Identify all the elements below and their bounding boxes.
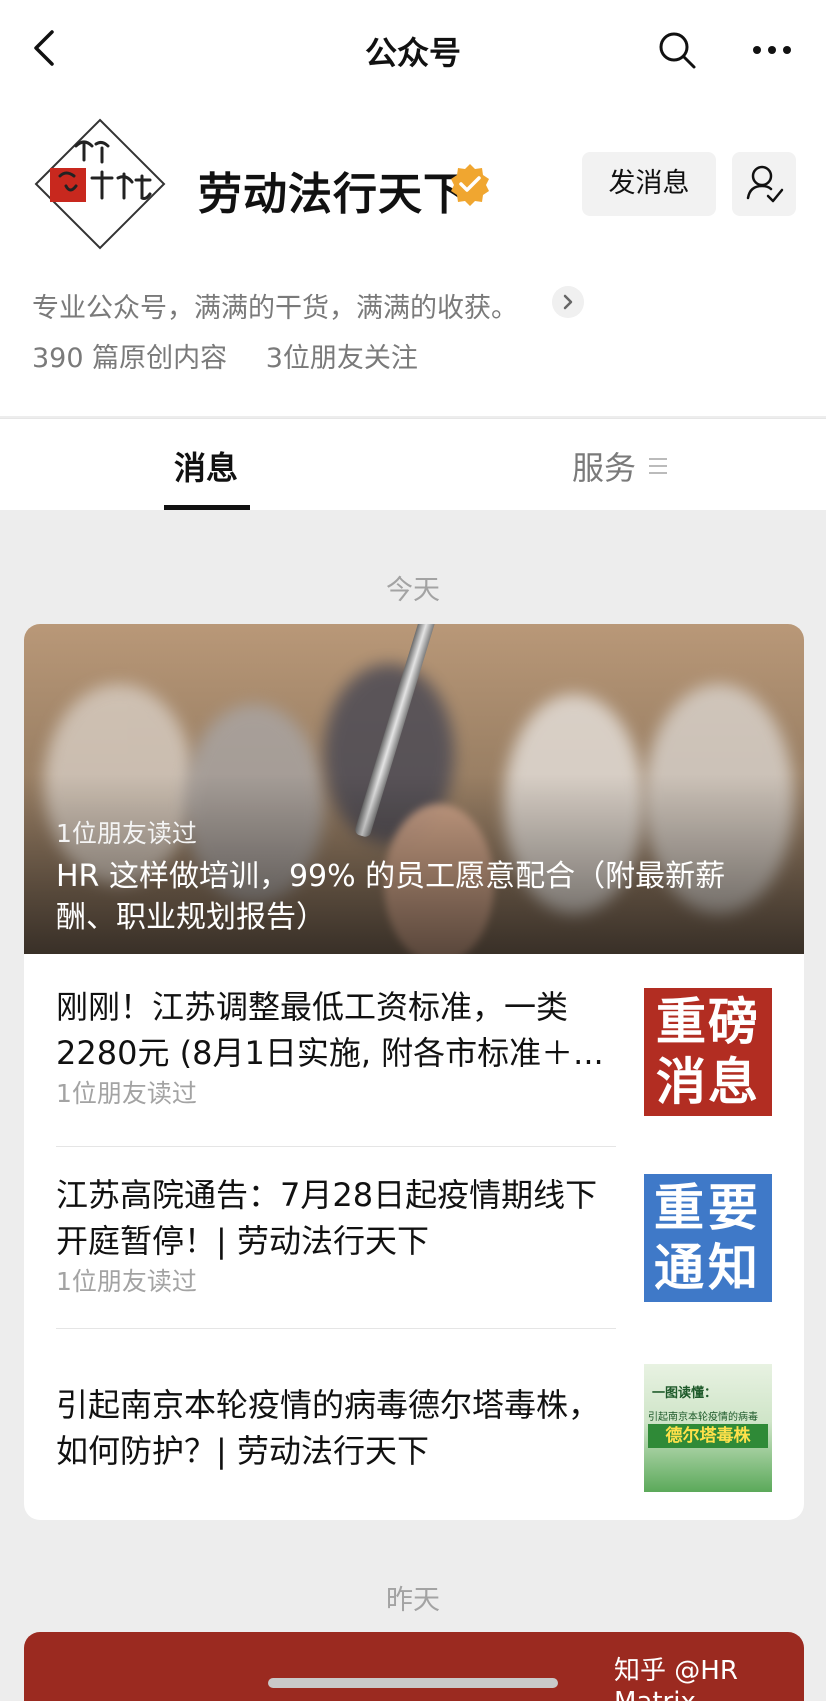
account-logo[interactable] [32,116,168,252]
home-indicator [268,1678,558,1688]
menu-lines-icon [649,458,667,474]
hero-read-by: 1位朋友读过 [56,819,197,848]
tab-messages[interactable]: 消息 [174,443,238,489]
article-read-by: 1位朋友读过 [56,1079,197,1108]
follow-button[interactable] [732,152,796,216]
verified-badge-icon [451,164,489,206]
top-navigation-bar: 公众号 [0,0,826,100]
message-card: 1位朋友读过 HR 这样做培训，99% 的员工愿意配合（附最新薪酬、职业规划报告… [24,624,804,1520]
page-title: 公众号 [364,34,461,72]
account-profile-header: 劳动法行天下 发消息 专业公众号，满满的干货，满满的收获。 390 篇原创内容 … [0,100,826,416]
date-label-today: 今天 [386,575,440,606]
more-icon[interactable] [750,30,794,70]
list-item[interactable]: 引起南京本轮疫情的病毒德尔塔毒株，如何防护？| 劳动法行天下 一图读懂： 引起南… [24,1330,804,1520]
send-message-button[interactable]: 发消息 [582,152,716,216]
article-title: 刚刚！江苏调整最低工资标准，一类2280元 (8月1日实施, 附各市标准＋... [56,988,604,1072]
watermark-text: 知乎 @HR Matrix [614,1656,738,1701]
list-item[interactable]: 江苏高院通告：7月28日起疫情期线下开庭暂停！| 劳动法行天下 1位朋友读过 重… [24,1140,804,1324]
active-tab-indicator [164,505,250,510]
user-check-icon [746,165,784,203]
friends-following-count[interactable]: 3位朋友关注 [266,343,418,374]
article-read-by: 1位朋友读过 [56,1267,197,1296]
date-label-yesterday: 昨天 [386,1585,440,1616]
tab-bar: 消息 服务 [0,418,826,510]
original-content-count[interactable]: 390 篇原创内容 [32,343,227,374]
hero-article[interactable]: 1位朋友读过 HR 这样做培训，99% 的员工愿意配合（附最新薪酬、职业规划报告… [24,624,804,954]
article-thumbnail: 重磅消息 [644,988,772,1116]
account-stats: 390 篇原创内容 3位朋友关注 [32,336,418,375]
article-thumbnail: 重要通知 [644,1174,772,1302]
article-title: 江苏高院通告：7月28日起疫情期线下开庭暂停！| 劳动法行天下 [56,1176,598,1260]
search-icon[interactable] [655,28,699,72]
account-name: 劳动法行天下 [198,169,468,220]
chevron-right-icon[interactable] [552,286,584,318]
hero-article-title: HR 这样做培训，99% 的员工愿意配合（附最新薪酬、职业规划报告） [56,859,726,935]
account-description[interactable]: 专业公众号，满满的干货，满满的收获。 [32,286,518,325]
list-item[interactable]: 刚刚！江苏调整最低工资标准，一类2280元 (8月1日实施, 附各市标准＋...… [24,954,804,1138]
article-thumbnail: 一图读懂： 引起南京本轮疫情的病毒 德尔塔毒株 [644,1364,772,1492]
article-title: 引起南京本轮疫情的病毒德尔塔毒株，如何防护？| 劳动法行天下 [56,1386,601,1470]
tab-services[interactable]: 服务 [572,443,636,489]
divider [56,1328,616,1329]
